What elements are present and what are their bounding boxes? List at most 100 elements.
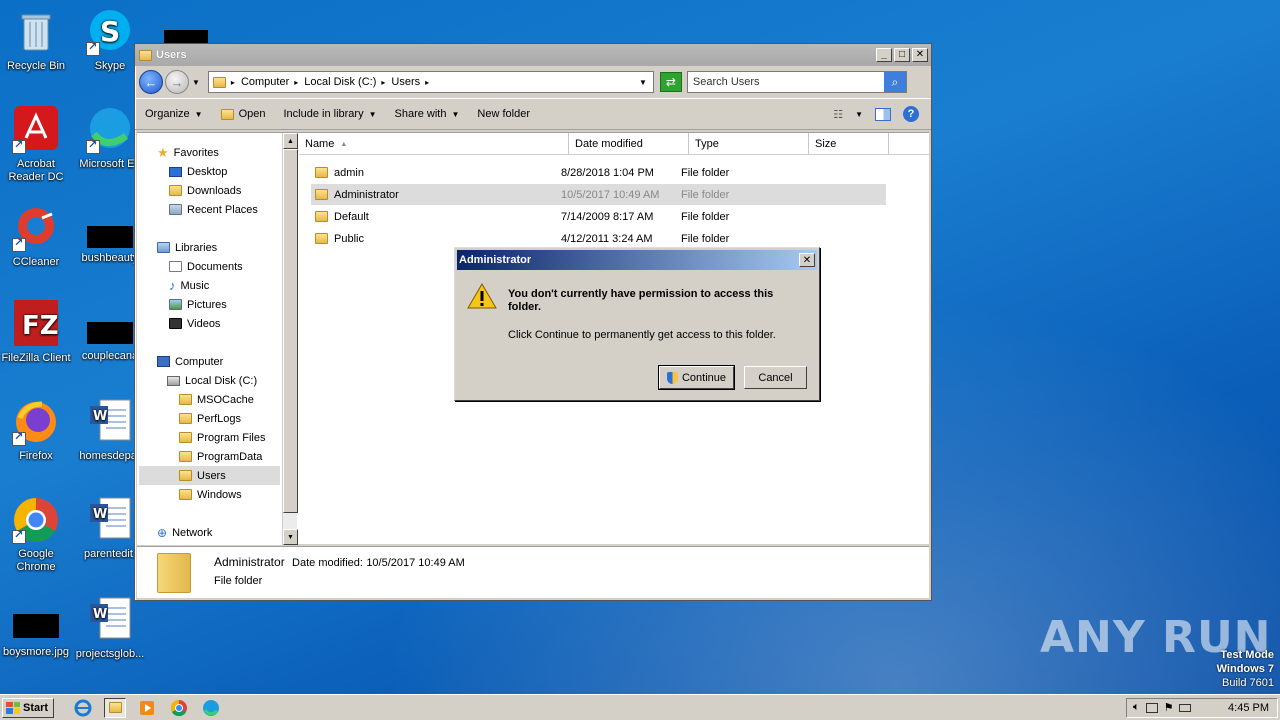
search-icon[interactable]: ⌕	[883, 72, 906, 92]
chrome-icon[interactable]	[168, 698, 190, 718]
action-center-flag-icon[interactable]: ⚑	[1164, 701, 1174, 714]
volume-icon[interactable]: 🔈︎	[1133, 701, 1140, 714]
media-player-icon[interactable]	[136, 698, 158, 718]
nav-program-files[interactable]: Program Files	[179, 428, 265, 447]
shortcut-arrow-icon	[12, 529, 26, 544]
preview-pane-icon[interactable]	[875, 107, 891, 121]
scroll-up-arrow-icon[interactable]: ▲	[283, 133, 298, 149]
nav-documents[interactable]: Documents	[169, 257, 243, 276]
search-input[interactable]: Search Users ⌕	[686, 71, 907, 93]
skype-icon: S	[86, 8, 134, 56]
nav-computer[interactable]: Computer	[157, 352, 223, 371]
file-row[interactable]: admin 8/28/2018 1:04 PM File folder	[311, 162, 886, 183]
document-thumbnail-icon	[86, 322, 134, 346]
nav-programdata[interactable]: ProgramData	[179, 447, 262, 466]
desktop-icon-label: Recycle Bin	[6, 60, 66, 72]
nav-users[interactable]: Users	[139, 466, 280, 485]
nav-label: Desktop	[187, 165, 228, 178]
address-bar[interactable]: ▸ Computer ▸ Local Disk (C:) ▸ Users ▸ ▼	[207, 71, 654, 93]
minimize-button[interactable]: _	[876, 48, 892, 62]
column-type[interactable]: Type	[689, 133, 809, 155]
file-row-selected[interactable]: Administrator 10/5/2017 10:49 AM File fo…	[311, 184, 886, 205]
dialog-close-button[interactable]: ✕	[799, 253, 815, 267]
cancel-button[interactable]: Cancel	[744, 366, 807, 389]
file-explorer-icon[interactable]	[104, 697, 126, 718]
desktop-icon-projectsglob[interactable]: W projectsglob...	[74, 596, 146, 661]
nav-videos[interactable]: Videos	[169, 314, 220, 333]
navigation-pane: ★ Favorites Desktop Downloads Recent Plac…	[137, 133, 282, 545]
column-date-modified[interactable]: Date modified	[569, 133, 689, 155]
nav-desktop[interactable]: Desktop	[169, 162, 227, 181]
desktop-icon-filezilla[interactable]: FZ FileZilla Client	[0, 300, 72, 365]
maximize-button[interactable]: □	[894, 48, 910, 62]
taskbar-clock[interactable]: 4:45 PM	[1228, 702, 1269, 714]
folder-icon	[179, 413, 192, 424]
back-button[interactable]: ←	[139, 70, 163, 94]
nav-msocache[interactable]: MSOCache	[179, 390, 254, 409]
nav-label: Videos	[187, 317, 221, 330]
start-button[interactable]: Start	[2, 697, 54, 718]
nav-libraries[interactable]: Libraries	[157, 238, 217, 257]
file-date: 4/12/2011 3:24 AM	[561, 232, 653, 245]
nav-downloads[interactable]: Downloads	[169, 181, 241, 200]
star-icon: ★	[157, 144, 169, 160]
breadcrumb-computer[interactable]: Computer	[241, 76, 289, 88]
nav-music[interactable]: ♪ Music	[169, 276, 209, 295]
chevron-down-icon[interactable]: ▼	[855, 110, 863, 119]
forward-button[interactable]: →	[165, 70, 189, 94]
desktop-icon-recycle-bin[interactable]: Recycle Bin	[0, 8, 72, 73]
view-options-icon[interactable]: ☷	[833, 108, 843, 121]
command-bar: Organize ▼ Open Include in library ▼ Share…	[135, 98, 931, 130]
explorer-titlebar[interactable]: Users _ □ ✕	[135, 44, 931, 66]
nav-network[interactable]: ⊕ Network	[157, 523, 212, 542]
scrollbar-thumb[interactable]	[283, 149, 298, 513]
file-row[interactable]: Default 7/14/2009 8:17 AM File folder	[311, 206, 886, 227]
chevron-right-icon[interactable]: ▸	[231, 78, 235, 87]
chevron-right-icon[interactable]: ▸	[294, 78, 298, 87]
nav-scrollbar[interactable]: ▲ ▼	[282, 133, 298, 545]
include-in-library-button[interactable]: Include in library ▼	[283, 108, 376, 120]
quick-launch	[72, 697, 222, 718]
continue-button[interactable]: Continue	[658, 365, 735, 390]
history-dropdown-icon[interactable]: ▼	[192, 78, 200, 87]
organize-button[interactable]: Organize ▼	[145, 108, 203, 120]
help-icon[interactable]: ?	[903, 106, 919, 122]
desktop-icon-chrome[interactable]: Google Chrome	[0, 496, 72, 574]
include-label: Include in library	[283, 108, 364, 120]
open-button[interactable]: Open	[220, 108, 265, 120]
network-icon: ⊕	[157, 525, 168, 540]
chevron-right-icon[interactable]: ▸	[425, 78, 429, 87]
nav-pictures[interactable]: Pictures	[169, 295, 227, 314]
nav-local-disk[interactable]: Local Disk (C:)	[167, 371, 257, 390]
folder-icon	[179, 432, 192, 443]
desktop-icon-acrobat[interactable]: Acrobat Reader DC	[0, 106, 72, 184]
chevron-right-icon[interactable]: ▸	[381, 78, 385, 87]
new-folder-button[interactable]: New folder	[477, 108, 530, 120]
nav-label: ProgramData	[197, 450, 263, 463]
share-with-button[interactable]: Share with ▼	[395, 108, 460, 120]
svg-text:W: W	[93, 607, 107, 622]
scroll-down-arrow-icon[interactable]: ▼	[283, 529, 298, 545]
power-icon[interactable]	[1179, 703, 1192, 712]
nav-recent-places[interactable]: Recent Places	[169, 200, 258, 219]
desktop-icon-firefox[interactable]: Firefox	[0, 398, 72, 463]
column-name[interactable]: Name ▲	[299, 133, 569, 155]
network-tray-icon[interactable]	[1145, 702, 1158, 713]
internet-explorer-icon[interactable]	[72, 698, 94, 718]
column-size[interactable]: Size	[809, 133, 889, 155]
breadcrumb-local-disk[interactable]: Local Disk (C:)	[304, 76, 376, 88]
close-button[interactable]: ✕	[912, 48, 928, 62]
edge-icon[interactable]	[200, 698, 222, 718]
nav-perflogs[interactable]: PerfLogs	[179, 409, 241, 428]
breadcrumb-users[interactable]: Users	[391, 76, 420, 88]
address-dropdown-icon[interactable]: ▼	[639, 78, 647, 87]
desktop-icon-boysmore[interactable]: boysmore.jpg	[0, 614, 72, 659]
nav-label: Users	[197, 469, 226, 482]
dialog-titlebar[interactable]: Administrator ✕	[457, 250, 817, 270]
refresh-button[interactable]: ⇄	[659, 72, 682, 92]
desktop-icon-ccleaner[interactable]: CCleaner	[0, 204, 72, 269]
file-row[interactable]: Public 4/12/2011 3:24 AM File folder	[311, 228, 886, 249]
shortcut-arrow-icon	[12, 237, 26, 252]
nav-windows[interactable]: Windows	[179, 485, 242, 504]
nav-favorites[interactable]: ★ Favorites	[157, 143, 219, 162]
